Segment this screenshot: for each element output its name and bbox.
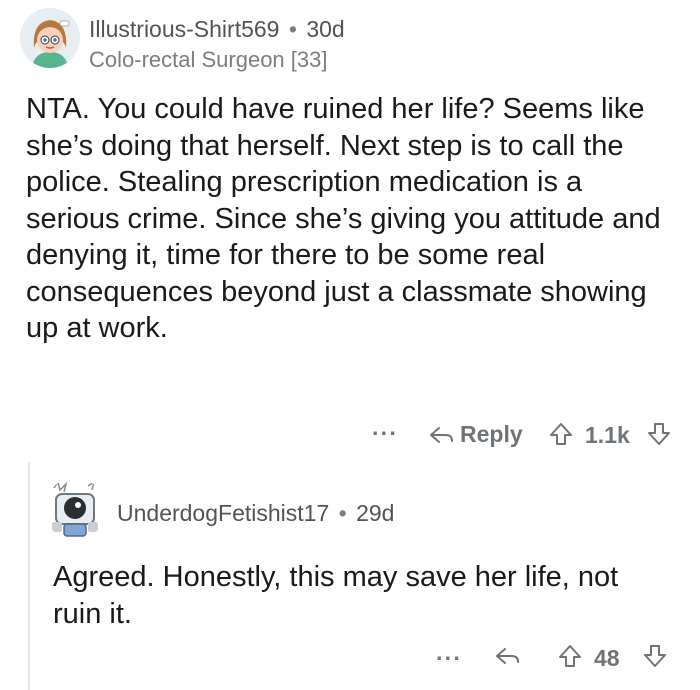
comment-age: 30d — [306, 16, 345, 42]
reply-meta-separator: • — [338, 500, 347, 526]
reply-avatar[interactable] — [44, 478, 106, 540]
comment-body: NTA. You could have ruined her life? See… — [26, 93, 661, 344]
reply-label: Reply — [460, 421, 523, 447]
cartoon-girl-avatar-icon — [20, 8, 80, 68]
reply-header: UnderdogFetishist17 • 29d — [117, 500, 394, 527]
reply-arrow-icon — [426, 423, 456, 447]
reply-reply-button[interactable] — [492, 644, 522, 668]
reply-more-options-button[interactable]: ··· — [436, 645, 462, 672]
reply-age: 29d — [356, 500, 395, 526]
username[interactable]: Illustrious-Shirt569 — [89, 16, 279, 42]
reply-upvote-icon[interactable] — [557, 643, 583, 669]
more-options-button[interactable]: ··· — [372, 420, 398, 447]
vote-score: 1.1k — [585, 422, 630, 448]
meta-separator: • — [288, 16, 297, 42]
reply-vote-score: 48 — [594, 645, 620, 671]
reply-username[interactable]: UnderdogFetishist17 — [117, 500, 329, 526]
reply-body: Agreed. Honestly, this may save her life… — [53, 561, 619, 630]
comment-header: Illustrious-Shirt569 • 30d — [89, 16, 345, 43]
reply-downvote-icon[interactable] — [642, 643, 668, 669]
reply-arrow-icon — [492, 644, 522, 668]
thread-line[interactable] — [28, 462, 30, 690]
robot-avatar-icon — [44, 478, 106, 540]
user-flair: Colo-rectal Surgeon [33] — [89, 47, 328, 72]
upvote-icon[interactable] — [548, 421, 574, 447]
user-avatar[interactable] — [20, 8, 80, 68]
reply-button[interactable]: Reply — [426, 421, 523, 448]
downvote-icon[interactable] — [646, 421, 672, 447]
